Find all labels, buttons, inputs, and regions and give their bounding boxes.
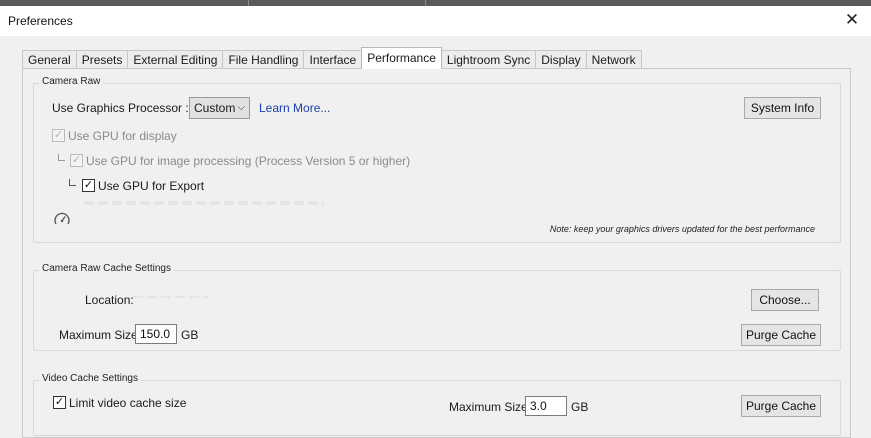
use-gpu-display-checkbox[interactable]: ✓ bbox=[52, 129, 65, 142]
cache-max-size-label: Maximum Size: bbox=[59, 328, 142, 342]
use-gpu-processing-checkbox[interactable]: ✓ bbox=[70, 154, 83, 167]
gauge-icon bbox=[54, 212, 70, 225]
window-title: Preferences bbox=[8, 14, 73, 28]
tab-interface[interactable]: Interface bbox=[303, 50, 363, 69]
tab-external-editing[interactable]: External Editing bbox=[127, 50, 224, 69]
close-icon[interactable]: ✕ bbox=[841, 9, 863, 31]
use-gpu-processing-label: Use GPU for image processing (Process Ve… bbox=[86, 154, 411, 168]
chevron-down-icon: ⌵ bbox=[237, 102, 245, 113]
video-max-size-input[interactable]: 3.0 bbox=[525, 396, 567, 416]
tree-connector bbox=[69, 179, 76, 186]
use-gpu-export-checkbox[interactable]: ✓ bbox=[82, 179, 95, 192]
tab-network[interactable]: Network bbox=[585, 50, 642, 69]
camera-raw-legend: Camera Raw bbox=[39, 76, 104, 87]
video-max-size-label: Maximum Size: bbox=[449, 400, 532, 414]
camera-raw-cache-group: Camera Raw Cache Settings Location: Choo… bbox=[33, 263, 841, 351]
use-gpu-display-label: Use GPU for display bbox=[68, 129, 177, 143]
system-info-button[interactable]: System Info bbox=[744, 97, 821, 119]
location-path bbox=[133, 296, 209, 298]
gpu-processor-value: Custom bbox=[194, 101, 236, 115]
tree-connector bbox=[58, 154, 65, 161]
limit-video-cache-label: Limit video cache size bbox=[69, 396, 187, 410]
tab-display[interactable]: Display bbox=[535, 50, 587, 69]
performance-panel: Camera Raw Use Graphics Processor : Cust… bbox=[22, 68, 851, 438]
cache-legend: Camera Raw Cache Settings bbox=[39, 263, 174, 274]
driver-update-note: Note: keep your graphics drivers updated… bbox=[549, 224, 815, 234]
tab-bar: General Presets External Editing File Ha… bbox=[22, 47, 642, 69]
video-size-unit: GB bbox=[571, 400, 589, 414]
use-gpu-export-label: Use GPU for Export bbox=[98, 179, 205, 193]
tab-lightroom-sync[interactable]: Lightroom Sync bbox=[440, 50, 537, 69]
dialog-body: General Presets External Editing File Ha… bbox=[0, 36, 871, 438]
video-cache-legend: Video Cache Settings bbox=[39, 373, 141, 384]
cache-size-unit: GB bbox=[181, 328, 199, 342]
camera-raw-group: Camera Raw Use Graphics Processor : Cust… bbox=[33, 76, 841, 243]
video-purge-cache-button[interactable]: Purge Cache bbox=[741, 395, 821, 417]
video-cache-group: Video Cache Settings ✓ Limit video cache… bbox=[33, 373, 841, 436]
choose-button[interactable]: Choose... bbox=[751, 289, 819, 311]
tab-performance[interactable]: Performance bbox=[361, 47, 442, 69]
purge-cache-button[interactable]: Purge Cache bbox=[741, 324, 821, 346]
tab-general[interactable]: General bbox=[22, 50, 77, 69]
gpu-processor-select[interactable]: Custom ⌵ bbox=[189, 97, 250, 119]
limit-video-cache-checkbox[interactable]: ✓ bbox=[53, 396, 66, 409]
tab-presets[interactable]: Presets bbox=[75, 50, 129, 69]
title-bar: Preferences ✕ bbox=[0, 6, 871, 36]
gpu-processor-label: Use Graphics Processor : bbox=[52, 101, 189, 115]
learn-more-link[interactable]: Learn More... bbox=[259, 101, 330, 115]
location-label: Location: bbox=[85, 293, 134, 307]
cache-max-size-input[interactable]: 150.0 bbox=[135, 324, 177, 344]
faded-status-text bbox=[84, 201, 324, 205]
tab-file-handling[interactable]: File Handling bbox=[222, 50, 305, 69]
